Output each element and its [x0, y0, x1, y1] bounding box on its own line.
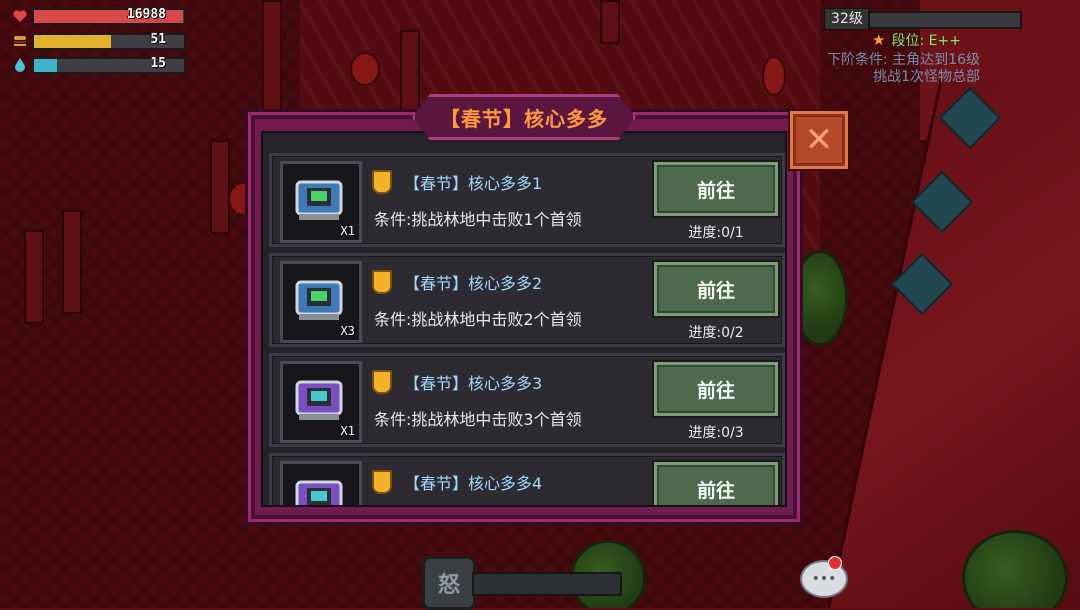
reward-icon-box: X3 — [280, 261, 362, 343]
level-label: 32级 — [824, 8, 870, 30]
dialog-title: 【春节】核心多多 — [440, 106, 608, 131]
quest-name: 【春节】核心多多3 — [404, 374, 543, 393]
quest-row: X1 【春节】核心多多1 条件:挑战林地中击败1个首领 前往 进度:0/1 — [269, 153, 785, 247]
reward-icon-box: X1 — [280, 361, 362, 443]
reward-quantity: X1 — [340, 224, 355, 238]
rank-display[interactable]: ★ 段位: E++ — [872, 30, 961, 50]
quest-name: 【春节】核心多多2 — [404, 274, 543, 293]
shield-badge-icon — [372, 170, 392, 194]
reward-quantity: X1 — [340, 424, 355, 438]
reward-icon-box — [280, 461, 362, 505]
heart-icon — [12, 9, 28, 23]
dialog-title-tab: 【春节】核心多多 — [412, 94, 636, 140]
shield-badge-icon — [372, 470, 392, 494]
food-bar: 51 — [32, 31, 186, 50]
hp-bar: 16988 — [32, 6, 186, 25]
purple-chest-icon — [295, 480, 343, 505]
go-button[interactable]: 前往 — [654, 162, 778, 216]
close-button[interactable]: ✕ — [790, 111, 848, 169]
quest-progress: 进度:0/1 — [688, 225, 744, 241]
quest-row: X1 【春节】核心多多3 条件:挑战林地中击败3个首领 前往 进度:0/3 — [269, 353, 785, 447]
blue-chest-icon — [295, 280, 343, 320]
quest-row: 【春节】核心多多4 前往 — [269, 453, 785, 505]
go-button[interactable]: 前往 — [654, 262, 778, 316]
chat-icon: ••• — [811, 571, 837, 587]
quest-name: 【春节】核心多多1 — [404, 174, 543, 193]
xp-bar — [868, 11, 1022, 29]
reward-quantity: X3 — [340, 324, 355, 338]
quest-list[interactable]: X1 【春节】核心多多1 条件:挑战林地中击败1个首领 前往 进度:0/1 X3… — [261, 131, 787, 507]
water-stat: 15 — [12, 55, 186, 74]
quest-hint-line-1: 下阶条件: 主角达到16级 — [827, 52, 980, 68]
water-bar-fill — [34, 58, 57, 72]
go-button[interactable]: 前往 — [654, 362, 778, 416]
quest-dialog: X1 【春节】核心多多1 条件:挑战林地中击败1个首领 前往 进度:0/1 X3… — [248, 112, 800, 522]
notification-dot — [828, 556, 842, 570]
water-value: 15 — [150, 55, 166, 71]
water-bar: 15 — [32, 55, 186, 74]
hp-value: 16988 — [126, 6, 166, 22]
blue-chest-icon — [295, 180, 343, 220]
rage-skill-glyph: 怒 — [437, 573, 460, 598]
quest-row: X3 【春节】核心多多2 条件:挑战林地中击败2个首领 前往 进度:0/2 — [269, 253, 785, 347]
quest-hint-line-2: 挑战1次怪物总部 — [873, 69, 980, 85]
burger-icon — [12, 34, 28, 48]
quest-hint: 下阶条件: 主角达到16级 挑战1次怪物总部 — [827, 52, 980, 86]
quest-name: 【春节】核心多多4 — [404, 474, 543, 493]
water-drop-icon — [12, 58, 28, 72]
star-icon: ★ — [872, 31, 886, 49]
hp-stat: 16988 — [12, 6, 186, 25]
quest-progress: 进度:0/3 — [688, 425, 744, 441]
quest-condition: 条件:挑战林地中击败3个首领 — [374, 410, 582, 429]
food-value: 51 — [150, 31, 166, 47]
purple-chest-icon — [295, 380, 343, 420]
rank-label: 段位: E++ — [891, 33, 961, 49]
food-stat: 51 — [12, 31, 186, 50]
rage-skill-button[interactable]: 怒 — [422, 556, 476, 610]
go-button[interactable]: 前往 — [654, 462, 778, 505]
shield-badge-icon — [372, 270, 392, 294]
quest-progress: 进度:0/2 — [688, 325, 744, 341]
quest-condition: 条件:挑战林地中击败2个首领 — [374, 310, 582, 329]
food-bar-fill — [34, 34, 111, 48]
quest-condition: 条件:挑战林地中击败1个首领 — [374, 210, 582, 229]
shield-badge-icon — [372, 370, 392, 394]
reward-icon-box: X1 — [280, 161, 362, 243]
rage-bar — [472, 572, 622, 596]
close-icon: ✕ — [804, 120, 834, 160]
